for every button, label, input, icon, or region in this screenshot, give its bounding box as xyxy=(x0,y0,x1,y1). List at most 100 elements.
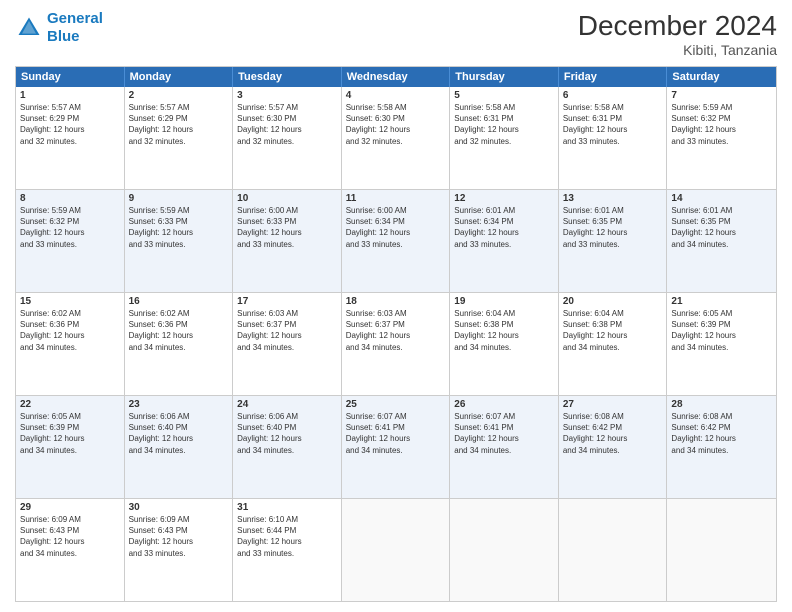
day-number: 4 xyxy=(346,90,446,101)
day-number: 14 xyxy=(671,193,772,204)
calendar-day-header: Sunday xyxy=(16,67,125,87)
cell-info: Sunrise: 6:00 AM Sunset: 6:34 PM Dayligh… xyxy=(346,205,446,250)
cell-info: Sunrise: 5:59 AM Sunset: 6:33 PM Dayligh… xyxy=(129,205,229,250)
cell-info: Sunrise: 6:10 AM Sunset: 6:44 PM Dayligh… xyxy=(237,514,337,559)
logo-icon xyxy=(15,14,43,42)
day-number: 15 xyxy=(20,296,120,307)
calendar-cell: 20Sunrise: 6:04 AM Sunset: 6:38 PM Dayli… xyxy=(559,293,668,395)
title-block: December 2024 Kibiti, Tanzania xyxy=(578,10,777,58)
calendar-cell xyxy=(450,499,559,601)
calendar-cell: 11Sunrise: 6:00 AM Sunset: 6:34 PM Dayli… xyxy=(342,190,451,292)
cell-info: Sunrise: 6:03 AM Sunset: 6:37 PM Dayligh… xyxy=(237,308,337,353)
day-number: 28 xyxy=(671,399,772,410)
cell-info: Sunrise: 6:02 AM Sunset: 6:36 PM Dayligh… xyxy=(129,308,229,353)
day-number: 8 xyxy=(20,193,120,204)
calendar-cell: 15Sunrise: 6:02 AM Sunset: 6:36 PM Dayli… xyxy=(16,293,125,395)
calendar-cell: 21Sunrise: 6:05 AM Sunset: 6:39 PM Dayli… xyxy=(667,293,776,395)
calendar-cell xyxy=(342,499,451,601)
calendar-cell: 23Sunrise: 6:06 AM Sunset: 6:40 PM Dayli… xyxy=(125,396,234,498)
calendar-cell: 22Sunrise: 6:05 AM Sunset: 6:39 PM Dayli… xyxy=(16,396,125,498)
day-number: 27 xyxy=(563,399,663,410)
logo-line2: Blue xyxy=(47,28,103,46)
cell-info: Sunrise: 6:08 AM Sunset: 6:42 PM Dayligh… xyxy=(671,411,772,456)
calendar-day-header: Friday xyxy=(559,67,668,87)
cell-info: Sunrise: 6:07 AM Sunset: 6:41 PM Dayligh… xyxy=(454,411,554,456)
cell-info: Sunrise: 5:58 AM Sunset: 6:31 PM Dayligh… xyxy=(454,102,554,147)
calendar-cell: 16Sunrise: 6:02 AM Sunset: 6:36 PM Dayli… xyxy=(125,293,234,395)
cell-info: Sunrise: 6:03 AM Sunset: 6:37 PM Dayligh… xyxy=(346,308,446,353)
day-number: 12 xyxy=(454,193,554,204)
calendar-cell: 2Sunrise: 5:57 AM Sunset: 6:29 PM Daylig… xyxy=(125,87,234,189)
calendar-day-header: Saturday xyxy=(667,67,776,87)
calendar-cell: 19Sunrise: 6:04 AM Sunset: 6:38 PM Dayli… xyxy=(450,293,559,395)
calendar-cell: 24Sunrise: 6:06 AM Sunset: 6:40 PM Dayli… xyxy=(233,396,342,498)
header: General Blue December 2024 Kibiti, Tanza… xyxy=(15,10,777,58)
day-number: 24 xyxy=(237,399,337,410)
calendar-cell: 14Sunrise: 6:01 AM Sunset: 6:35 PM Dayli… xyxy=(667,190,776,292)
day-number: 1 xyxy=(20,90,120,101)
calendar-cell: 27Sunrise: 6:08 AM Sunset: 6:42 PM Dayli… xyxy=(559,396,668,498)
cell-info: Sunrise: 6:06 AM Sunset: 6:40 PM Dayligh… xyxy=(129,411,229,456)
calendar-cell: 7Sunrise: 5:59 AM Sunset: 6:32 PM Daylig… xyxy=(667,87,776,189)
cell-info: Sunrise: 6:08 AM Sunset: 6:42 PM Dayligh… xyxy=(563,411,663,456)
cell-info: Sunrise: 6:05 AM Sunset: 6:39 PM Dayligh… xyxy=(671,308,772,353)
cell-info: Sunrise: 6:04 AM Sunset: 6:38 PM Dayligh… xyxy=(454,308,554,353)
day-number: 30 xyxy=(129,502,229,513)
day-number: 21 xyxy=(671,296,772,307)
cell-info: Sunrise: 6:07 AM Sunset: 6:41 PM Dayligh… xyxy=(346,411,446,456)
day-number: 22 xyxy=(20,399,120,410)
cell-info: Sunrise: 5:59 AM Sunset: 6:32 PM Dayligh… xyxy=(671,102,772,147)
day-number: 3 xyxy=(237,90,337,101)
cell-info: Sunrise: 6:06 AM Sunset: 6:40 PM Dayligh… xyxy=(237,411,337,456)
day-number: 5 xyxy=(454,90,554,101)
logo: General Blue xyxy=(15,10,103,46)
calendar-cell: 25Sunrise: 6:07 AM Sunset: 6:41 PM Dayli… xyxy=(342,396,451,498)
day-number: 11 xyxy=(346,193,446,204)
day-number: 26 xyxy=(454,399,554,410)
cell-info: Sunrise: 5:57 AM Sunset: 6:29 PM Dayligh… xyxy=(129,102,229,147)
logo-line1: General xyxy=(47,10,103,27)
calendar-cell: 6Sunrise: 5:58 AM Sunset: 6:31 PM Daylig… xyxy=(559,87,668,189)
calendar-day-header: Monday xyxy=(125,67,234,87)
cell-info: Sunrise: 6:01 AM Sunset: 6:35 PM Dayligh… xyxy=(671,205,772,250)
cell-info: Sunrise: 6:09 AM Sunset: 6:43 PM Dayligh… xyxy=(20,514,120,559)
page-subtitle: Kibiti, Tanzania xyxy=(578,42,777,58)
calendar-cell: 31Sunrise: 6:10 AM Sunset: 6:44 PM Dayli… xyxy=(233,499,342,601)
calendar-cell: 28Sunrise: 6:08 AM Sunset: 6:42 PM Dayli… xyxy=(667,396,776,498)
calendar-cell: 8Sunrise: 5:59 AM Sunset: 6:32 PM Daylig… xyxy=(16,190,125,292)
calendar-body: 1 Sunrise: 5:57 AM Sunset: 6:29 PM Daylig… xyxy=(16,87,776,601)
cell-info: Sunrise: 5:59 AM Sunset: 6:32 PM Dayligh… xyxy=(20,205,120,250)
cell-info: Sunrise: 5:58 AM Sunset: 6:31 PM Dayligh… xyxy=(563,102,663,147)
page: General Blue December 2024 Kibiti, Tanza… xyxy=(0,0,792,612)
calendar-row: 8Sunrise: 5:59 AM Sunset: 6:32 PM Daylig… xyxy=(16,190,776,293)
day-number: 18 xyxy=(346,296,446,307)
page-title: December 2024 xyxy=(578,10,777,42)
calendar-cell: 4Sunrise: 5:58 AM Sunset: 6:30 PM Daylig… xyxy=(342,87,451,189)
calendar-day-header: Tuesday xyxy=(233,67,342,87)
calendar-row: 29Sunrise: 6:09 AM Sunset: 6:43 PM Dayli… xyxy=(16,499,776,601)
cell-info: Sunrise: 6:09 AM Sunset: 6:43 PM Dayligh… xyxy=(129,514,229,559)
day-number: 29 xyxy=(20,502,120,513)
day-number: 10 xyxy=(237,193,337,204)
day-number: 19 xyxy=(454,296,554,307)
calendar-row: 15Sunrise: 6:02 AM Sunset: 6:36 PM Dayli… xyxy=(16,293,776,396)
day-number: 2 xyxy=(129,90,229,101)
calendar-cell: 29Sunrise: 6:09 AM Sunset: 6:43 PM Dayli… xyxy=(16,499,125,601)
calendar-cell: 18Sunrise: 6:03 AM Sunset: 6:37 PM Dayli… xyxy=(342,293,451,395)
day-number: 25 xyxy=(346,399,446,410)
calendar-cell: 13Sunrise: 6:01 AM Sunset: 6:35 PM Dayli… xyxy=(559,190,668,292)
calendar-day-header: Wednesday xyxy=(342,67,451,87)
calendar-cell: 30Sunrise: 6:09 AM Sunset: 6:43 PM Dayli… xyxy=(125,499,234,601)
day-number: 6 xyxy=(563,90,663,101)
calendar-cell: 3Sunrise: 5:57 AM Sunset: 6:30 PM Daylig… xyxy=(233,87,342,189)
cell-info: Sunrise: 5:57 AM Sunset: 6:30 PM Dayligh… xyxy=(237,102,337,147)
calendar-cell: 9Sunrise: 5:59 AM Sunset: 6:33 PM Daylig… xyxy=(125,190,234,292)
cell-info: Sunrise: 5:58 AM Sunset: 6:30 PM Dayligh… xyxy=(346,102,446,147)
day-number: 17 xyxy=(237,296,337,307)
calendar-day-header: Thursday xyxy=(450,67,559,87)
calendar-cell: 26Sunrise: 6:07 AM Sunset: 6:41 PM Dayli… xyxy=(450,396,559,498)
calendar-cell: 12Sunrise: 6:01 AM Sunset: 6:34 PM Dayli… xyxy=(450,190,559,292)
cell-info: Sunrise: 6:01 AM Sunset: 6:35 PM Dayligh… xyxy=(563,205,663,250)
cell-info: Sunrise: 6:02 AM Sunset: 6:36 PM Dayligh… xyxy=(20,308,120,353)
calendar-cell: 1Sunrise: 5:57 AM Sunset: 6:29 PM Daylig… xyxy=(16,87,125,189)
